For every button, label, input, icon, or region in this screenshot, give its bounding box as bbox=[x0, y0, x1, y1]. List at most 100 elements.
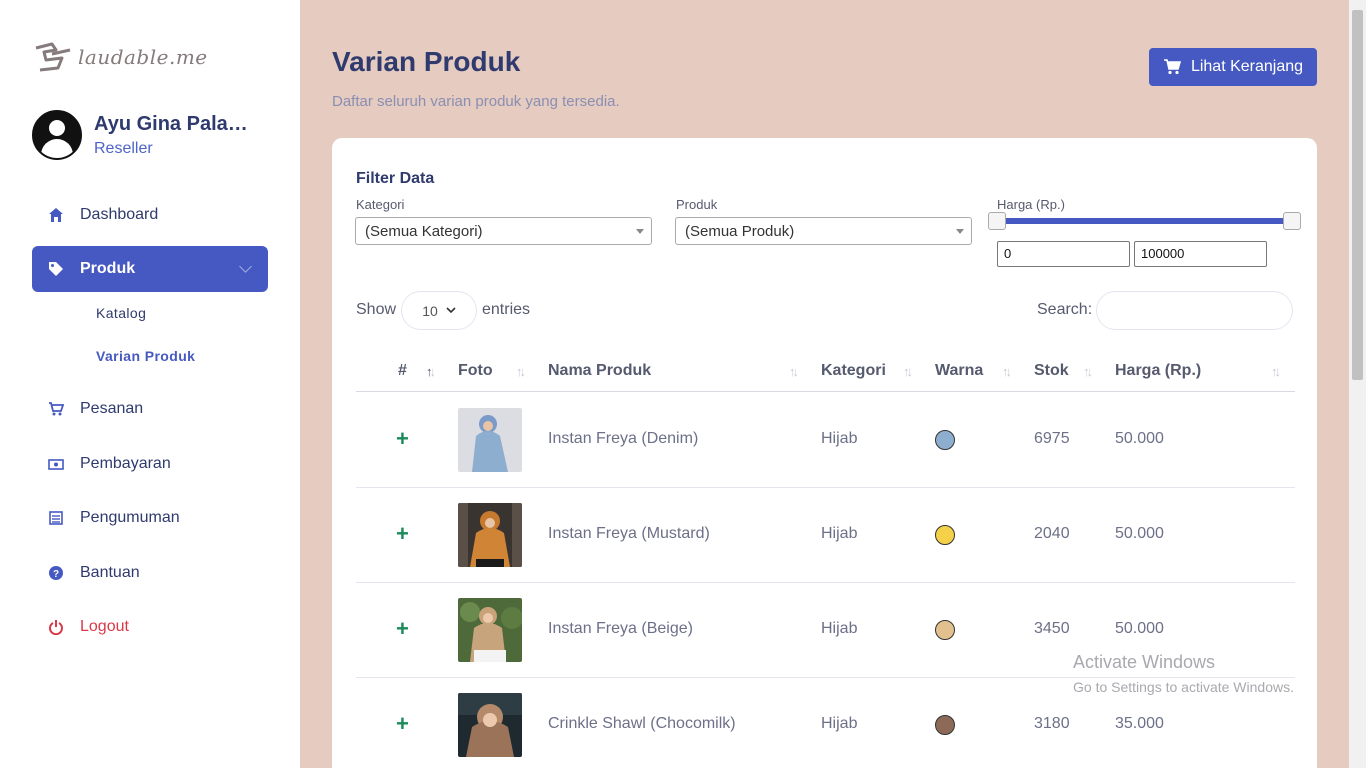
avatar bbox=[32, 110, 82, 160]
money-icon bbox=[48, 456, 64, 472]
kategori-label: Kategori bbox=[356, 197, 405, 212]
expand-row-button[interactable]: + bbox=[396, 521, 409, 547]
col-kategori[interactable]: Kategori bbox=[821, 362, 886, 380]
col-stok[interactable]: Stok bbox=[1034, 362, 1069, 380]
sidebar-item-label: Pesanan bbox=[80, 400, 144, 417]
product-name: Instan Freya (Mustard) bbox=[548, 525, 710, 542]
user-role: Reseller bbox=[94, 139, 153, 157]
product-photo[interactable] bbox=[458, 693, 522, 757]
price-min-input[interactable]: 0 bbox=[997, 241, 1130, 267]
product-stock: 6975 bbox=[1034, 430, 1070, 447]
caret-down-icon bbox=[956, 229, 964, 234]
view-cart-button[interactable]: Lihat Keranjang bbox=[1149, 48, 1317, 86]
product-price: 50.000 bbox=[1115, 430, 1164, 447]
sidebar-item-label: Logout bbox=[80, 618, 129, 635]
product-name: Instan Freya (Denim) bbox=[548, 430, 699, 447]
sort-icon[interactable]: ↑↓ bbox=[516, 364, 526, 379]
caret-down-icon bbox=[636, 229, 644, 234]
product-stock: 2040 bbox=[1034, 525, 1070, 542]
color-swatch bbox=[935, 525, 955, 545]
newspaper-icon bbox=[48, 510, 64, 526]
svg-text:?: ? bbox=[53, 569, 59, 580]
sidebar-item-dashboard[interactable]: Dashboard bbox=[32, 192, 268, 238]
product-price: 50.000 bbox=[1115, 620, 1164, 637]
product-name: Instan Freya (Beige) bbox=[548, 620, 693, 637]
product-category: Hijab bbox=[821, 525, 858, 542]
entries-value: 10 bbox=[422, 302, 438, 319]
col-warna[interactable]: Warna bbox=[935, 362, 983, 380]
table-header: # ↑↓ Foto ↑↓ Nama Produk ↑↓ Kategori ↑↓ … bbox=[356, 352, 1295, 392]
cart-icon bbox=[1163, 59, 1181, 75]
price-range-slider[interactable] bbox=[997, 218, 1292, 224]
sidebar-item-pesanan[interactable]: Pesanan bbox=[32, 386, 268, 432]
show-label: Show bbox=[356, 301, 397, 318]
search-label: Search: bbox=[1037, 301, 1093, 318]
page-scrollbar[interactable] bbox=[1349, 0, 1366, 768]
price-max-handle[interactable] bbox=[1283, 212, 1301, 230]
power-icon bbox=[48, 619, 64, 635]
entries-select[interactable]: 10 bbox=[401, 291, 477, 330]
expand-row-button[interactable]: + bbox=[396, 426, 409, 452]
expand-row-button[interactable]: + bbox=[396, 616, 409, 642]
sort-icon[interactable]: ↑↓ bbox=[1271, 364, 1281, 379]
subnav-varian-produk[interactable]: Varian Produk bbox=[96, 348, 195, 364]
produk-select[interactable]: (Semua Produk) bbox=[675, 217, 972, 245]
subnav-katalog[interactable]: Katalog bbox=[96, 305, 146, 321]
col-harga[interactable]: Harga (Rp.) bbox=[1115, 362, 1201, 380]
filter-title: Filter Data bbox=[356, 170, 435, 187]
tag-icon bbox=[48, 261, 64, 277]
harga-label: Harga (Rp.) bbox=[997, 197, 1065, 212]
product-category: Hijab bbox=[821, 620, 858, 637]
kategori-select[interactable]: (Semua Kategori) bbox=[355, 217, 652, 245]
cart-icon bbox=[48, 401, 64, 417]
sidebar-item-logout[interactable]: Logout bbox=[32, 604, 268, 650]
chevron-down-icon bbox=[446, 307, 456, 314]
view-cart-label: Lihat Keranjang bbox=[1190, 58, 1304, 75]
table-row: + Instan Freya (Denim) Hijab 6975 50.000 bbox=[356, 393, 1295, 488]
sort-icon[interactable]: ↑↓ bbox=[789, 364, 799, 379]
table-row: + Instan Freya (Mustard) Hijab 2040 50.0… bbox=[356, 488, 1295, 583]
sidebar-item-label: Produk bbox=[80, 260, 136, 277]
page-title: Varian Produk bbox=[332, 46, 521, 77]
brand-logo[interactable]: laudable.me bbox=[32, 40, 208, 74]
product-category: Hijab bbox=[821, 715, 858, 732]
logo-text: laudable.me bbox=[78, 45, 208, 69]
sort-icon[interactable]: ↑↓ bbox=[903, 364, 913, 379]
color-swatch bbox=[935, 715, 955, 735]
sidebar-item-label: Bantuan bbox=[80, 564, 140, 581]
sidebar-item-bantuan[interactable]: ? Bantuan bbox=[32, 550, 268, 596]
sidebar: laudable.me Ayu Gina Palas... Reseller D… bbox=[0, 0, 300, 768]
color-swatch bbox=[935, 620, 955, 640]
sidebar-item-pembayaran[interactable]: Pembayaran bbox=[32, 441, 268, 487]
watermark-title: Activate Windows bbox=[1073, 652, 1216, 672]
product-name: Crinkle Shawl (Chocomilk) bbox=[548, 715, 736, 732]
sidebar-item-label: Pengumuman bbox=[80, 509, 180, 526]
sort-icon[interactable]: ↑↓ bbox=[1002, 364, 1012, 379]
expand-row-button[interactable]: + bbox=[396, 711, 409, 737]
color-swatch bbox=[935, 430, 955, 450]
product-price: 35.000 bbox=[1115, 715, 1164, 732]
search-input[interactable] bbox=[1096, 291, 1293, 330]
product-photo[interactable] bbox=[458, 598, 522, 662]
product-price: 50.000 bbox=[1115, 525, 1164, 542]
product-photo[interactable] bbox=[458, 408, 522, 472]
user-profile[interactable]: Ayu Gina Palas... Reseller bbox=[32, 110, 254, 160]
scrollbar-thumb[interactable] bbox=[1352, 10, 1363, 380]
col-foto[interactable]: Foto bbox=[458, 362, 493, 380]
produk-label: Produk bbox=[676, 197, 718, 212]
col-index[interactable]: # bbox=[398, 362, 407, 380]
sidebar-item-produk[interactable]: Produk bbox=[32, 246, 268, 292]
col-nama-produk[interactable]: Nama Produk bbox=[548, 362, 651, 380]
sidebar-item-pengumuman[interactable]: Pengumuman bbox=[32, 495, 268, 541]
price-min-handle[interactable] bbox=[988, 212, 1006, 230]
product-photo[interactable] bbox=[458, 503, 522, 567]
produk-value: (Semua Produk) bbox=[685, 223, 795, 240]
sort-icon[interactable]: ↑↓ bbox=[426, 364, 436, 379]
product-stock: 3450 bbox=[1034, 620, 1070, 637]
question-circle-icon: ? bbox=[48, 565, 64, 581]
entries-label: entries bbox=[482, 301, 531, 318]
logo-mark-icon bbox=[35, 42, 71, 72]
sort-icon[interactable]: ↑↓ bbox=[1083, 364, 1093, 379]
price-max-input[interactable]: 100000 bbox=[1134, 241, 1267, 267]
sidebar-item-label: Pembayaran bbox=[80, 455, 171, 472]
